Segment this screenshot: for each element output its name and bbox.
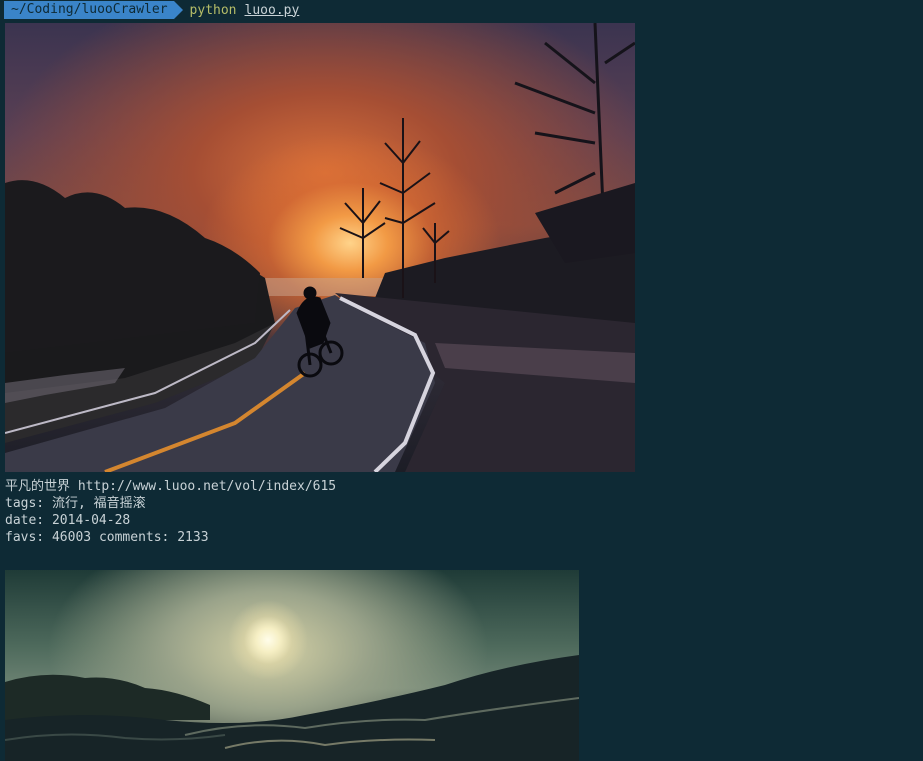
next-volume-cover-image [5, 570, 579, 761]
tags-label: tags: [5, 496, 45, 511]
sea-sunset-scene [5, 655, 579, 761]
title-line: 平凡的世界 http://www.luoo.net/vol/index/615 [5, 478, 336, 495]
volume-cover-image [5, 23, 635, 472]
stats-line: favs: 46003 comments: 2133 [5, 529, 336, 546]
comments-label: comments: [98, 530, 170, 545]
volume-url: http://www.luoo.net/vol/index/615 [77, 479, 337, 494]
prompt-argument: luoo.py [244, 2, 300, 18]
volume-title: 平凡的世界 [5, 479, 71, 494]
prompt-path: ~/Coding/luooCrawler [4, 1, 174, 19]
favs-label: favs: [5, 530, 45, 545]
date-label: date: [5, 513, 45, 528]
prompt-command: python [189, 2, 237, 18]
tags-value: 流行, 福音摇滚 [51, 496, 146, 511]
favs-value: 46003 [51, 530, 92, 545]
shell-prompt: ~/Coding/luooCrawler python luoo.py [4, 0, 299, 20]
comments-value: 2133 [177, 530, 209, 545]
volume-info: 平凡的世界 http://www.luoo.net/vol/index/615 … [5, 478, 336, 546]
date-line: date: 2014-04-28 [5, 512, 336, 529]
tags-line: tags: 流行, 福音摇滚 [5, 495, 336, 512]
date-value: 2014-04-28 [51, 513, 131, 528]
cyclist-road-scene [5, 23, 635, 472]
prompt-arrow-icon [173, 1, 183, 19]
